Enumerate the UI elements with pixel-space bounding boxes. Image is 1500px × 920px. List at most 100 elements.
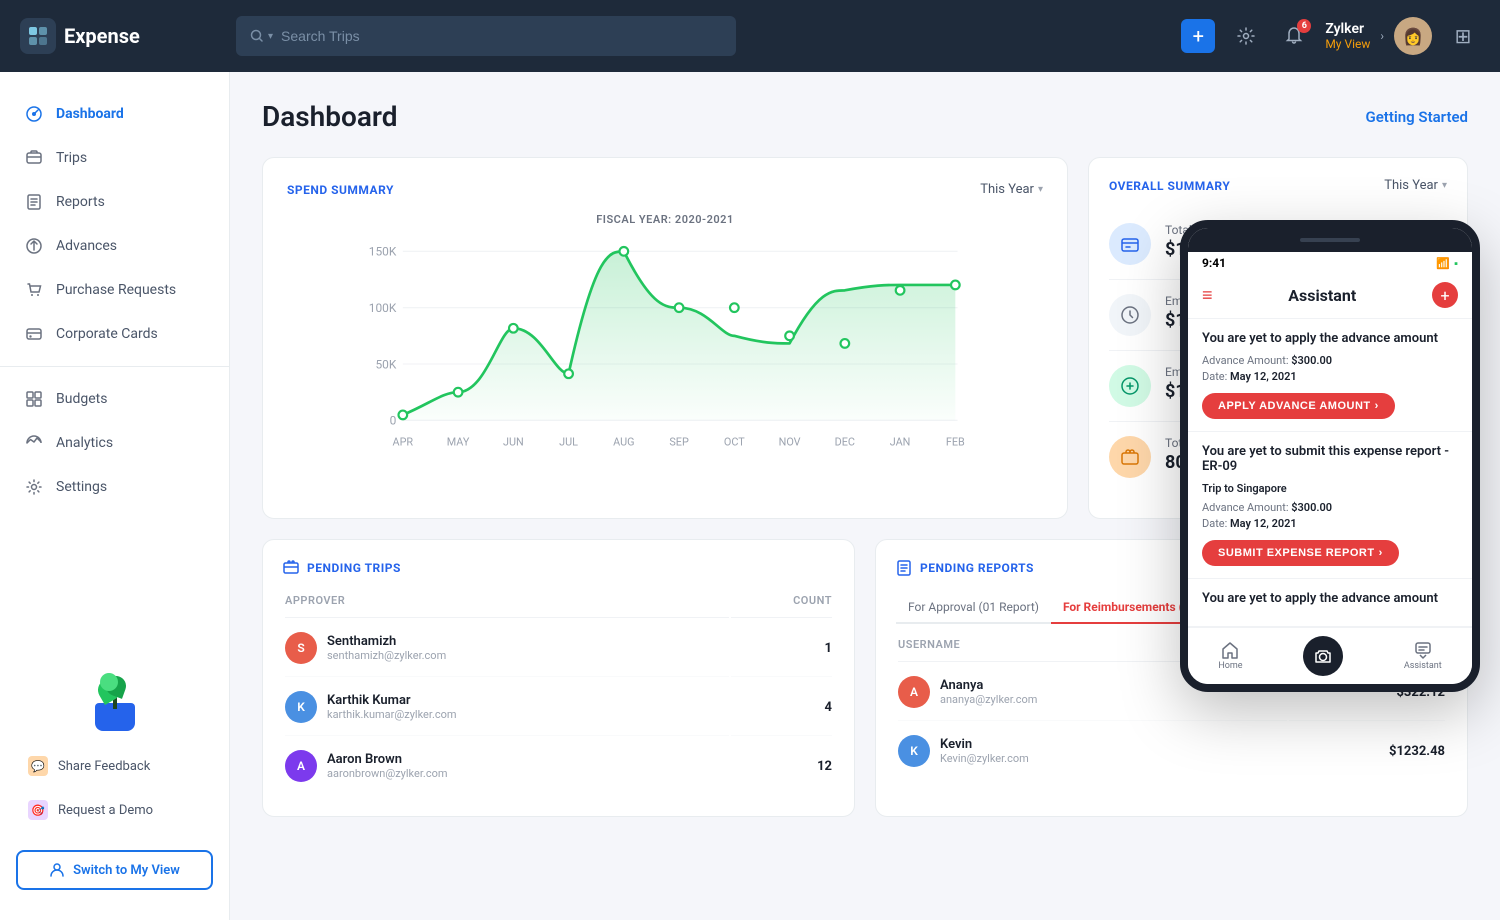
analytics-label: Analytics bbox=[56, 435, 113, 451]
spend-summary-title: SPEND SUMMARY bbox=[287, 183, 394, 197]
wifi-icon: 📶 bbox=[1436, 257, 1450, 270]
approver-cell: K Karthik Kumar karthik.kumar@zylker.com bbox=[285, 679, 729, 736]
phone-add-button[interactable]: + bbox=[1432, 282, 1458, 308]
svg-text:APR: APR bbox=[393, 435, 414, 448]
svg-text:JUL: JUL bbox=[559, 435, 578, 448]
spend-summary-chevron: ▾ bbox=[1038, 184, 1043, 195]
request-demo-icon: 🎯 bbox=[28, 800, 48, 820]
phone-card-advance: You are yet to apply the advance amount … bbox=[1188, 319, 1472, 432]
plant-decoration bbox=[0, 661, 229, 731]
sidebar-item-budgets[interactable]: Budgets bbox=[0, 377, 229, 421]
notification-badge: 6 bbox=[1297, 19, 1311, 33]
approver-email: aaronbrown@zylker.com bbox=[327, 767, 448, 780]
pending-trips-icon bbox=[283, 560, 299, 576]
settings-label: Settings bbox=[56, 479, 107, 495]
total-trips-icon bbox=[1109, 436, 1151, 478]
table-row: K Kevin Kevin@zylker.com $1232.48 bbox=[898, 723, 1445, 779]
search-input[interactable] bbox=[281, 28, 722, 44]
svg-text:MAY: MAY bbox=[447, 435, 470, 448]
svg-text:NOV: NOV bbox=[779, 435, 801, 448]
total-expense-icon bbox=[1109, 223, 1151, 265]
sidebar-item-corporate-cards[interactable]: Corporate Cards bbox=[0, 312, 229, 356]
getting-started-link[interactable]: Getting Started bbox=[1366, 108, 1468, 126]
overall-year-chevron: ▾ bbox=[1442, 180, 1447, 191]
user-view: My View bbox=[1325, 37, 1370, 51]
svg-text:JAN: JAN bbox=[890, 435, 911, 448]
add-button[interactable]: + bbox=[1181, 19, 1215, 53]
count-cell: 12 bbox=[731, 738, 832, 794]
pending-trips-title: PENDING TRIPS bbox=[283, 560, 834, 576]
sidebar-item-trips[interactable]: Trips bbox=[0, 136, 229, 180]
user-avatar: 👩 bbox=[1394, 17, 1432, 55]
app-name: Expense bbox=[64, 24, 140, 48]
settings-icon bbox=[24, 477, 44, 497]
sidebar-item-settings[interactable]: Settings bbox=[0, 465, 229, 509]
phone-notch bbox=[1188, 228, 1472, 252]
sidebar-item-dashboard[interactable]: Dashboard bbox=[0, 92, 229, 136]
sidebar-item-purchase-requests[interactable]: Purchase Requests bbox=[0, 268, 229, 312]
dashboard-icon bbox=[24, 104, 44, 124]
pending-trips-label: PENDING TRIPS bbox=[307, 561, 401, 575]
page-header: Dashboard Getting Started bbox=[262, 100, 1468, 133]
submit-expense-button[interactable]: SUBMIT EXPENSE REPORT › bbox=[1202, 540, 1399, 566]
pending-reports-label: PENDING REPORTS bbox=[920, 561, 1034, 575]
dashboard-label: Dashboard bbox=[56, 106, 124, 122]
budgets-icon bbox=[24, 389, 44, 409]
phone-advance-amount: Advance Amount: $300.00 bbox=[1202, 354, 1458, 367]
search-icon-area: ▾ bbox=[250, 29, 273, 43]
phone-menu-icon[interactable]: ≡ bbox=[1202, 285, 1213, 306]
submit-expense-chevron: › bbox=[1379, 547, 1383, 559]
share-feedback-icon: 💬 bbox=[28, 756, 48, 776]
phone-nav-camera[interactable] bbox=[1303, 636, 1343, 676]
phone-nav-assistant[interactable]: Assistant bbox=[1404, 641, 1442, 671]
phone-overlay: 9:41 📶 ▪ ≡ Assistant + You are yet to ap… bbox=[1180, 220, 1480, 692]
user-profile[interactable]: Zylker My View › 👩 bbox=[1325, 17, 1432, 55]
request-demo-button[interactable]: 🎯 Request a Demo bbox=[16, 790, 213, 830]
spend-chart-svg: 150K 100K 50K 0 bbox=[287, 234, 1043, 494]
spend-summary-header: SPEND SUMMARY This Year ▾ bbox=[287, 182, 1043, 197]
overall-summary-year-select[interactable]: This Year ▾ bbox=[1384, 178, 1447, 193]
svg-text:OCT: OCT bbox=[724, 435, 745, 448]
trips-icon bbox=[24, 148, 44, 168]
user-avatar: A bbox=[898, 676, 930, 708]
search-dropdown-arrow: ▾ bbox=[268, 31, 273, 42]
pending-trips-table: APPROVER COUNT S Senthamizh s bbox=[283, 592, 834, 796]
phone-bottom-nav: Home Assistant bbox=[1188, 627, 1472, 684]
approver-email: senthamizh@zylker.com bbox=[327, 649, 446, 662]
phone-assistant-title: Assistant bbox=[1288, 286, 1356, 305]
switch-view-button[interactable]: Switch to My View bbox=[16, 850, 213, 890]
settings-button[interactable] bbox=[1229, 19, 1263, 53]
logo[interactable]: Expense bbox=[20, 18, 220, 54]
phone-header: ≡ Assistant + bbox=[1188, 274, 1472, 319]
sidebar-item-reports[interactable]: Reports bbox=[0, 180, 229, 224]
phone-time: 9:41 bbox=[1202, 256, 1226, 270]
approver-name: Aaron Brown bbox=[327, 752, 448, 767]
home-icon bbox=[1221, 641, 1239, 659]
spend-summary-year: This Year bbox=[980, 182, 1034, 197]
battery-icon: ▪ bbox=[1454, 257, 1458, 270]
sidebar-item-advances[interactable]: Advances bbox=[0, 224, 229, 268]
overall-summary-year: This Year bbox=[1384, 178, 1438, 193]
search-bar[interactable]: ▾ bbox=[236, 16, 736, 56]
spend-summary-year-select[interactable]: This Year ▾ bbox=[980, 182, 1043, 197]
apply-advance-button[interactable]: APPLY ADVANCE AMOUNT › bbox=[1202, 393, 1395, 419]
user-name: Zylker bbox=[1325, 21, 1370, 37]
approver-avatar: S bbox=[285, 632, 317, 664]
phone-nav-home[interactable]: Home bbox=[1218, 641, 1242, 671]
phone-status-bar: 9:41 📶 ▪ bbox=[1188, 252, 1472, 274]
phone-advance-date: Date: May 12, 2021 bbox=[1202, 370, 1458, 383]
approver-cell: A Aaron Brown aaronbrown@zylker.com bbox=[285, 738, 729, 794]
svg-text:0: 0 bbox=[390, 414, 397, 428]
sidebar-item-analytics[interactable]: Analytics bbox=[0, 421, 229, 465]
svg-text:100K: 100K bbox=[369, 301, 397, 315]
purchase-requests-label: Purchase Requests bbox=[56, 282, 176, 298]
advances-icon bbox=[24, 236, 44, 256]
phone-advance-amount-2: Advance Amount: $300.00 bbox=[1202, 501, 1458, 514]
analytics-icon bbox=[24, 433, 44, 453]
notification-button[interactable]: 6 bbox=[1277, 19, 1311, 53]
share-feedback-button[interactable]: 💬 Share Feedback bbox=[16, 746, 213, 786]
tab-for-approval[interactable]: For Approval (01 Report) bbox=[896, 592, 1051, 622]
approver-info: Aaron Brown aaronbrown@zylker.com bbox=[327, 752, 448, 780]
apps-grid-button[interactable]: ⊞ bbox=[1446, 19, 1480, 53]
approver-email: karthik.kumar@zylker.com bbox=[327, 708, 457, 721]
